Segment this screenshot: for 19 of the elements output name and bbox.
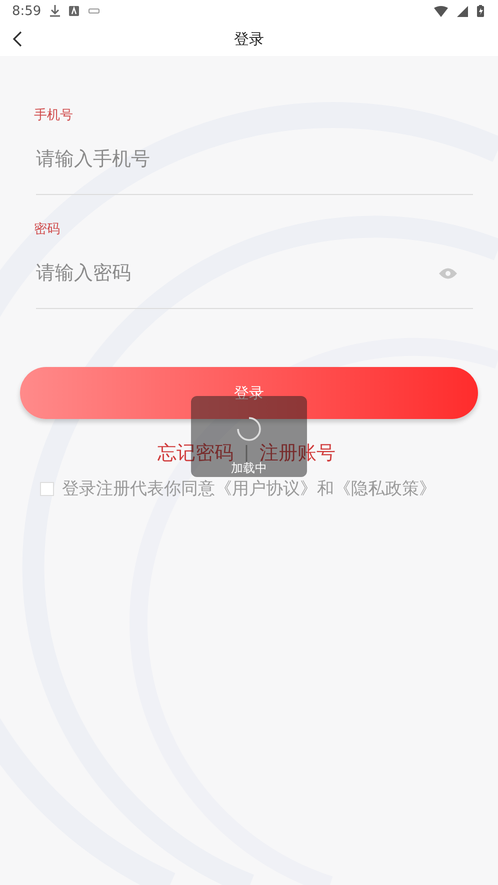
status-time: 8:59 bbox=[12, 4, 42, 18]
notification-icon bbox=[88, 7, 100, 15]
page-title: 登录 bbox=[234, 30, 264, 48]
signal-icon bbox=[457, 6, 468, 16]
spinner-icon bbox=[236, 416, 262, 442]
field-label: 密码 bbox=[34, 221, 61, 238]
battery-icon bbox=[477, 5, 484, 17]
download-icon bbox=[50, 5, 60, 17]
wifi-icon bbox=[434, 6, 448, 16]
agreement-text: 登录注册代表你同意《用户协议》和《隐私政策》 bbox=[62, 480, 436, 498]
eye-icon[interactable] bbox=[439, 268, 457, 278]
input-field[interactable]: 请输入密码 bbox=[36, 262, 439, 284]
field-label: 手机号 bbox=[34, 107, 74, 124]
back-icon[interactable] bbox=[12, 31, 22, 47]
link-separator: | bbox=[244, 443, 250, 463]
input-field[interactable]: 请输入手机号 bbox=[36, 148, 457, 170]
agreement-checkbox[interactable] bbox=[40, 482, 54, 496]
toast-text: 加载中 bbox=[231, 462, 267, 475]
app-icon bbox=[69, 6, 80, 16]
